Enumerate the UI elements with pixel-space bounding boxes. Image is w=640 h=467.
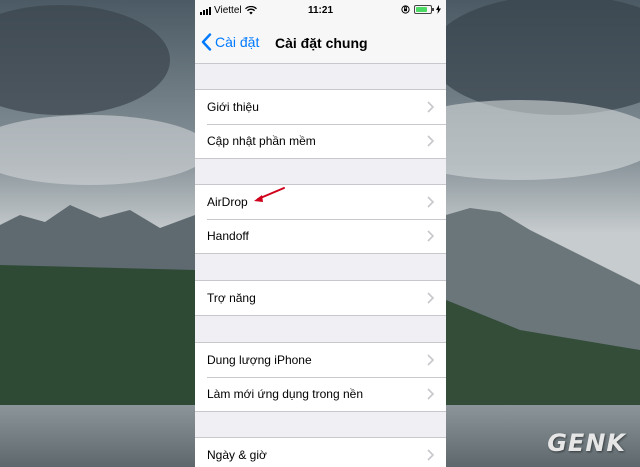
charging-bolt-icon [436,5,441,14]
back-label: Cài đặt [215,34,260,50]
settings-row-iphone-storage[interactable]: Dung lượng iPhone [195,343,446,377]
chevron-right-icon [427,388,434,400]
settings-group-sharing: AirDrop Handoff [195,184,446,254]
row-label: Dung lượng iPhone [207,353,312,367]
row-label: AirDrop [207,195,248,209]
settings-row-date-time[interactable]: Ngày & giờ [195,438,446,467]
chevron-right-icon [427,354,434,366]
chevron-right-icon [427,101,434,113]
settings-group-about: Giới thiệu Cập nhật phần mềm [195,89,446,159]
chevron-left-icon [201,33,212,51]
back-button[interactable]: Cài đặt [201,33,259,51]
status-bar: Viettel 11:21 [195,0,446,22]
chevron-right-icon [427,135,434,147]
navigation-bar: Cài đặt Cài đặt chung [195,22,446,64]
settings-screen: Viettel 11:21 Cài đặt Cài đặt chung Giới… [195,0,446,467]
row-label: Làm mới ứng dụng trong nền [207,387,363,401]
row-label: Cập nhật phần mềm [207,134,316,148]
row-label: Giới thiệu [207,100,259,114]
chevron-right-icon [427,292,434,304]
chevron-right-icon [427,196,434,208]
settings-row-background-app-refresh[interactable]: Làm mới ứng dụng trong nền [195,377,446,411]
page-title: Cài đặt chung [275,35,368,51]
settings-row-handoff[interactable]: Handoff [195,219,446,253]
genk-watermark: GENK [547,429,626,457]
battery-icon [414,5,434,14]
settings-group-storage: Dung lượng iPhone Làm mới ứng dụng trong… [195,342,446,412]
settings-row-accessibility[interactable]: Trợ năng [195,281,446,315]
settings-row-airdrop[interactable]: AirDrop [195,185,446,219]
row-label: Ngày & giờ [207,448,267,462]
red-arrow-annotation [254,187,285,202]
settings-row-software-update[interactable]: Cập nhật phần mềm [195,124,446,158]
row-label: Handoff [207,229,249,243]
chevron-right-icon [427,449,434,461]
settings-group-accessibility: Trợ năng [195,280,446,316]
row-label: Trợ năng [207,291,256,305]
chevron-right-icon [427,230,434,242]
settings-row-about[interactable]: Giới thiệu [195,90,446,124]
settings-group-date-time: Ngày & giờ [195,437,446,467]
orientation-lock-icon [401,5,410,14]
